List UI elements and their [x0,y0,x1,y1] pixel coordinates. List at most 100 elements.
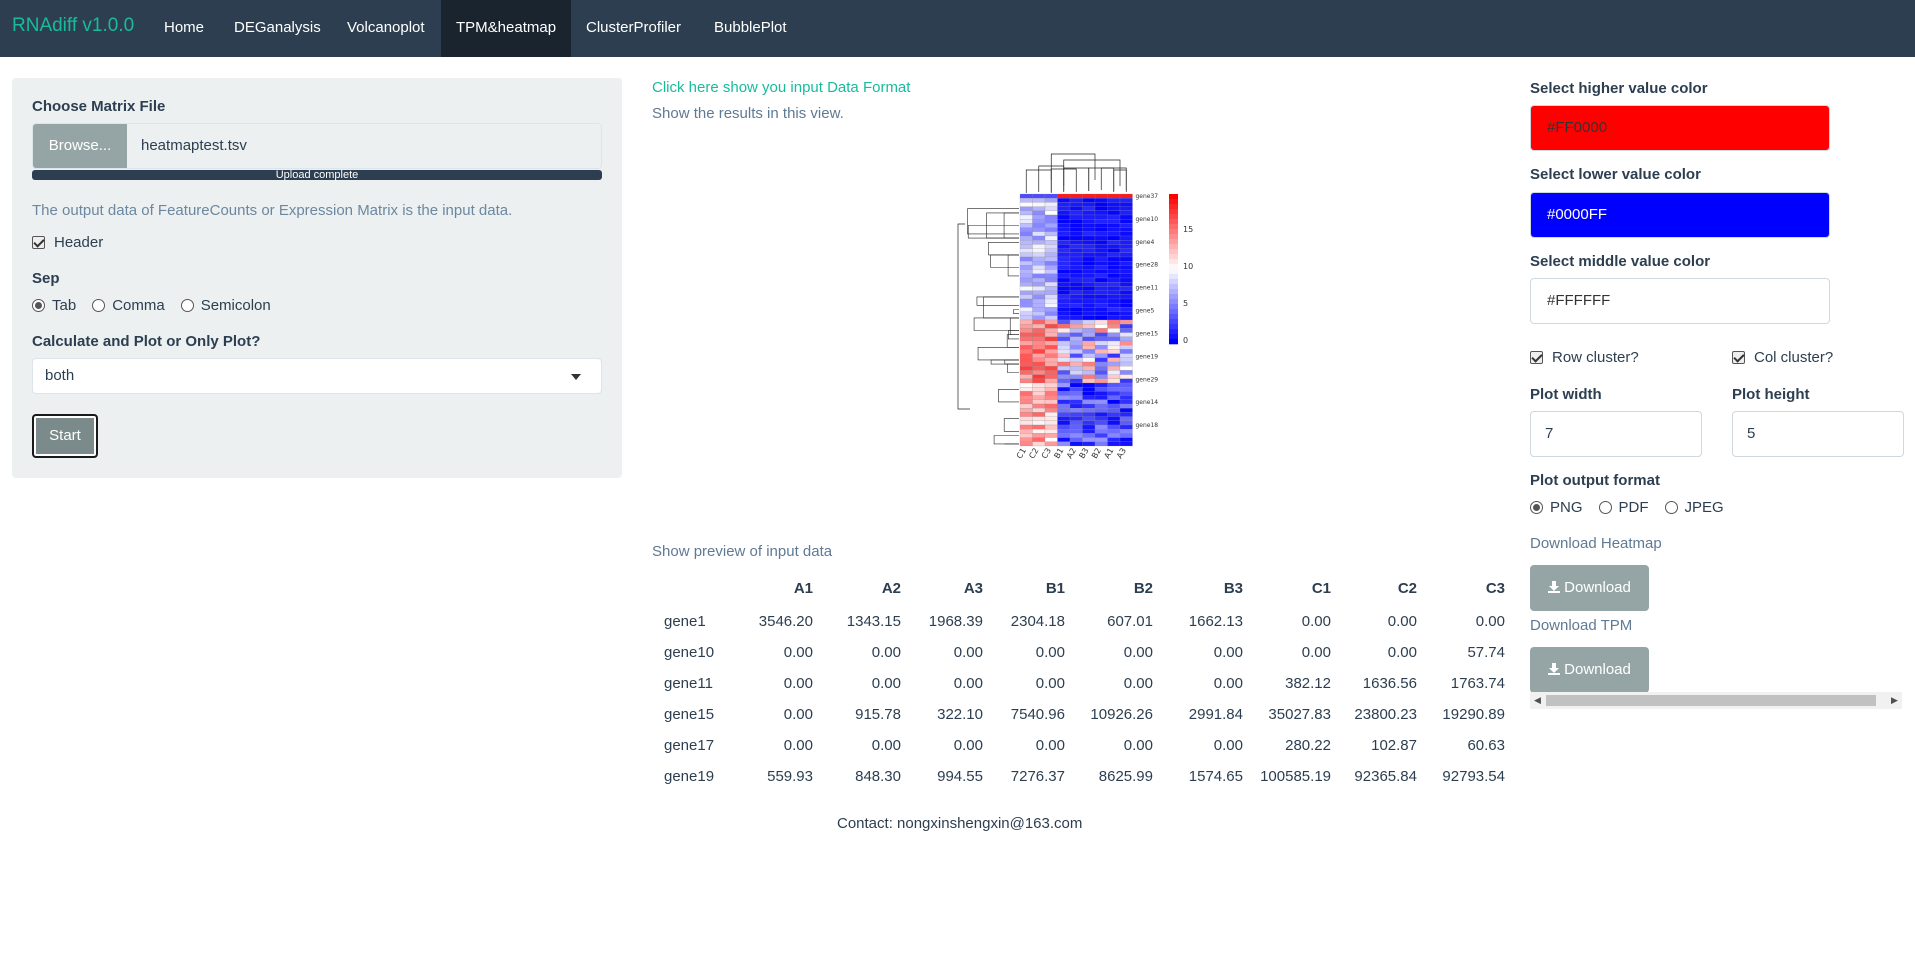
sep-tab-radio[interactable] [32,299,45,312]
heatmap-row-label: gene10 [1136,216,1159,223]
heatmap-plot: gene37 gene10 gene4 gene28 gene11 gene5 gene15… [957,153,1193,461]
table-cell: 0.00 [1035,737,1065,754]
heatmap-cell [1019,416,1033,421]
heatmap-cell [1107,441,1121,447]
heatmap-cell [1082,403,1096,409]
heatmap-cell [1082,353,1096,358]
heatmap-cell [1119,210,1133,216]
format-option-pdf[interactable]: PDF [1598,499,1649,516]
sep-option-tab[interactable]: Tab [32,297,76,314]
heatmap-cell [1107,256,1121,262]
heatmap-cell [1057,231,1071,237]
heatmap-cell [1094,252,1108,258]
legend-color-step [1169,304,1178,310]
heatmap-cell [1107,319,1121,325]
format-jpeg-radio[interactable] [1664,501,1678,514]
heatmap-cell [1119,269,1133,274]
higher-color-input[interactable]: #FF0000 [1530,105,1830,151]
tab-volcanoplot[interactable]: Volcanoplot [332,0,440,57]
scroll-right-icon[interactable]: ▶ [1887,692,1902,709]
tab-home[interactable]: Home [149,0,219,57]
heatmap-column-label: B2 [1090,447,1103,461]
start-button[interactable]: Start [32,414,98,458]
sep-option-comma[interactable]: Comma [92,297,165,314]
heatmap-cell [1069,429,1083,434]
legend-color-step [1169,289,1178,295]
heatmap-cell [1082,349,1096,354]
heatmap-cell [1019,349,1033,354]
results-view-link[interactable]: Show the results in this view. [652,105,844,122]
row-dendrogram-branch [998,389,1019,403]
heatmap-cell [1069,332,1083,337]
format-png-radio[interactable] [1530,501,1543,514]
col-cluster-checkbox[interactable] [1732,351,1745,364]
heatmap-cell [1032,290,1046,295]
table-row: gene11 0.00 0.00 0.00 0.00 0.00 0.00 382.12 1636… [652,668,1511,699]
heatmap-cell [1119,433,1133,438]
file-name-field[interactable]: heatmaptest.tsv [141,124,247,168]
heatmap-cell [1044,298,1058,304]
header-checkbox[interactable] [32,236,45,249]
heatmap-cell [1107,324,1121,329]
middle-color-input[interactable]: #FFFFFF [1530,278,1830,324]
header-option[interactable]: Header [32,234,103,251]
row-cluster-option[interactable]: Row cluster? [1530,349,1639,366]
table-cell: 0.00 [783,706,813,723]
lower-color-input[interactable]: #0000FF [1530,192,1830,238]
horizontal-scrollbar[interactable]: ◀ ▶ [1530,692,1902,709]
heatmap-cell [1094,429,1108,434]
row-cluster-checkbox[interactable] [1530,351,1543,364]
tab-tpm-heatmap[interactable]: TPM&heatmap [441,0,571,57]
heatmap-cell [1082,240,1096,245]
tab-clusterprofiler[interactable]: ClusterProfiler [571,0,696,57]
heatmap-cell [1019,387,1033,392]
sep-comma-radio[interactable] [92,299,106,312]
heatmap-cell [1119,424,1133,430]
legend-color-step [1169,309,1178,315]
sep-option-semicolon[interactable]: Semicolon [180,297,271,314]
heatmap-cell [1044,319,1058,325]
heatmap-cell [1107,206,1121,211]
preview-link[interactable]: Show preview of input data [652,543,832,560]
tab-deganalysis[interactable]: DEGanalysis [219,0,336,57]
tab-bubbleplot[interactable]: BubblePlot [699,0,802,57]
download-tpm-button[interactable]: Download [1530,647,1649,693]
format-option-png[interactable]: PNG [1530,499,1583,516]
heatmap-cell [1107,265,1121,270]
heatmap-cell [1107,403,1121,409]
heatmap-cell [1032,324,1046,329]
scrollbar-thumb[interactable] [1546,695,1876,706]
heatmap-cell [1057,240,1071,245]
heatmap-cell [1094,403,1108,409]
input-panel: Choose Matrix File Browse... heatmaptest… [12,78,622,478]
heatmap-cell [1082,252,1096,258]
row-dendrogram-branch [990,254,1019,268]
contact-info: Contact: nongxinshengxin@163.com [837,815,1083,832]
table-cell: 2991.84 [1188,706,1243,723]
heatmap-cell [1107,345,1121,350]
brand-title[interactable]: RNAdiff v1.0.0 [12,15,134,37]
heatmap-cell [1057,294,1071,300]
sep-semicolon-radio[interactable] [180,299,194,312]
download-tpm-label: Download TPM [1530,617,1633,634]
browse-button[interactable]: Browse... [33,124,127,168]
heatmap-cell [1119,408,1133,413]
plot-width-input[interactable]: 7 [1530,411,1702,457]
data-format-link[interactable]: Click here show you input Data Format [652,79,910,96]
heatmap-cell [1057,261,1071,266]
heatmap-cell [1119,382,1133,388]
mode-select[interactable]: both [32,358,602,394]
file-input[interactable]: Browse... heatmaptest.tsv [32,123,602,169]
heatmap-cell [1094,319,1108,325]
download-heatmap-button[interactable]: Download [1530,565,1649,611]
heatmap-cell [1082,366,1096,371]
heatmap-cell [1094,345,1108,350]
col-cluster-option[interactable]: Col cluster? [1732,349,1833,366]
format-pdf-radio[interactable] [1598,501,1612,514]
scroll-left-icon[interactable]: ◀ [1530,692,1545,709]
format-option-jpeg[interactable]: JPEG [1664,499,1724,516]
table-cell: 0.00 [1387,644,1417,661]
heatmap-cell [1019,357,1033,363]
mode-label: Calculate and Plot or Only Plot? [32,333,261,350]
plot-height-input[interactable]: 5 [1732,411,1904,457]
